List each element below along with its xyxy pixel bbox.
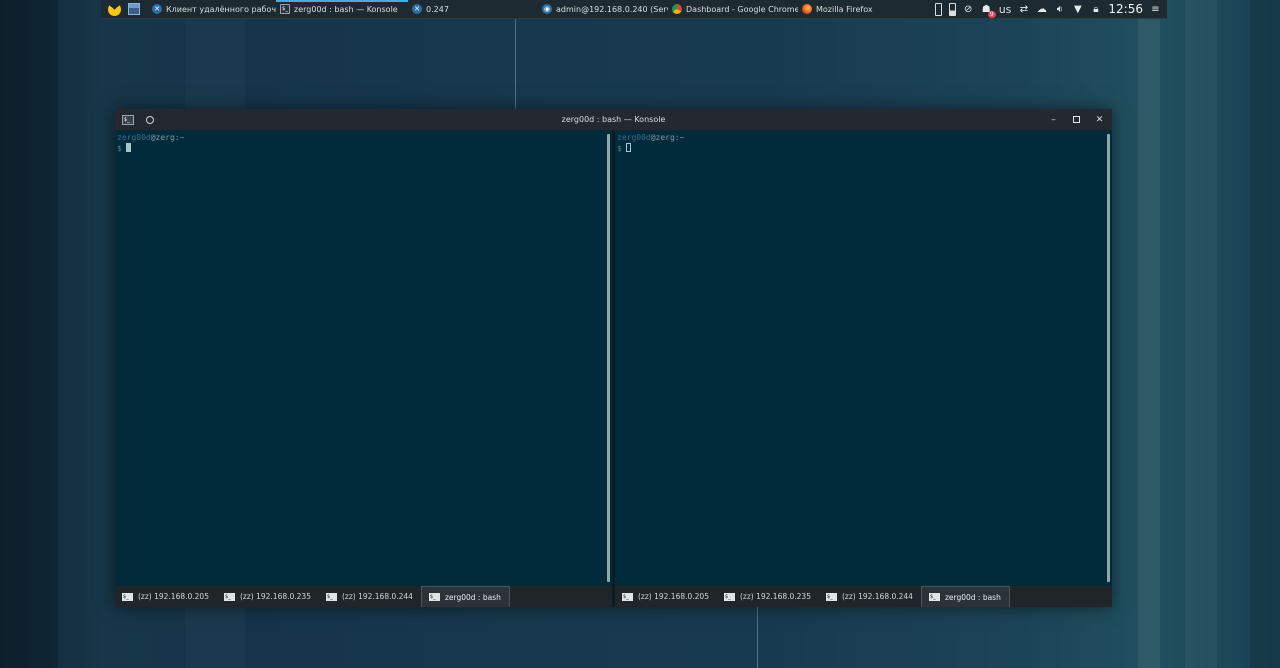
tab-192-168-0-235[interactable]: $_ (zz) 192.168.0.235 (217, 586, 319, 607)
maximize-button[interactable] (1072, 115, 1081, 124)
terminal-icon: $_ (928, 593, 940, 601)
tab-label: (zz) 192.168.0.205 (138, 592, 209, 601)
keyboard-layout[interactable]: us (999, 3, 1012, 16)
lock-icon[interactable]: 🔒︎ (1090, 4, 1101, 15)
prompt-host: @zerg:~ (650, 133, 685, 142)
terminal-pane-right[interactable]: zerg00d@zerg:~ $ (612, 130, 1112, 586)
minimize-button[interactable]: – (1049, 115, 1058, 125)
clock[interactable]: 12:56 (1108, 2, 1143, 16)
terminal-icon: $_ (280, 4, 290, 14)
konsole-app-icon[interactable]: $_ (122, 114, 134, 125)
panel-menu-icon[interactable]: ≡ (1150, 4, 1161, 15)
terminal-icon: $_ (325, 592, 337, 601)
tab-label: (zz) 192.168.0.244 (841, 592, 913, 601)
application-launcher[interactable] (106, 1, 122, 17)
input-line: $ (617, 143, 1110, 154)
terminal-icon: $_ (122, 592, 133, 601)
terminal-pane-left[interactable]: zerg00d@zerg:~ $ (115, 130, 612, 586)
task-label: Dashboard - Google Chrome (686, 4, 798, 14)
task-remote-desktop-client[interactable]: ✕ Клиент удалённого рабочего с... (148, 0, 276, 19)
task-remote-0-247[interactable]: ✕ 0.247 (408, 0, 538, 19)
network-off-icon[interactable]: ⊘ (963, 4, 974, 15)
weather-cloud-icon[interactable]: ☁ (1036, 4, 1047, 15)
prompt-host: @zerg:~ (150, 133, 185, 142)
tab-label: (zz) 192.168.0.244 (341, 592, 413, 601)
tab-192-168-0-244[interactable]: $_ (zz) 192.168.0.244 (319, 586, 421, 607)
chrome-icon (672, 4, 682, 14)
tab-label: (zz) 192.168.0.235 (739, 592, 811, 601)
tab-label: (zz) 192.168.0.205 (638, 592, 709, 601)
remote-desktop-icon: ◉ (542, 4, 552, 14)
prompt-line: zerg00d@zerg:~ (117, 132, 610, 143)
tab-192-168-0-205[interactable]: $_ (zz) 192.168.0.205 (615, 586, 717, 607)
scrollbar[interactable] (607, 134, 610, 582)
terminal-cursor (125, 143, 131, 152)
konsole-window: $_ zerg00d : bash — Konsole – ✕ zerg00d@… (115, 109, 1112, 607)
tab-label: (zz) 192.168.0.235 (239, 592, 311, 601)
top-panel: ✕ Клиент удалённого рабочего с... $_ zer… (101, 0, 1167, 19)
tab-192-168-0-205[interactable]: $_ (zz) 192.168.0.205 (115, 586, 217, 607)
terminal-icon: $_ (723, 592, 735, 601)
window-titlebar[interactable]: $_ zerg00d : bash — Konsole – ✕ (115, 109, 1112, 130)
window-title: zerg00d : bash — Konsole (561, 115, 666, 124)
terminal-icon: $_ (825, 592, 837, 601)
notifications-icon[interactable]: ☗ 9 (981, 4, 996, 18)
scrollbar[interactable] (1107, 134, 1110, 582)
volume-icon[interactable]: 🔉︎ (1054, 4, 1065, 15)
tab-192-168-0-244[interactable]: $_ (zz) 192.168.0.244 (819, 586, 921, 607)
battery-icon[interactable] (948, 2, 956, 16)
tab-192-168-0-235[interactable]: $_ (zz) 192.168.0.235 (717, 586, 819, 607)
remote-desktop-icon: ✕ (152, 4, 162, 14)
desktop-divider-top (515, 19, 516, 109)
notification-count: 9 (987, 10, 996, 18)
task-label: zerg00d : bash — Konsole (294, 4, 398, 14)
prompt-line: zerg00d@zerg:~ (617, 132, 1110, 143)
close-button[interactable]: ✕ (1095, 115, 1104, 125)
task-remote-admin[interactable]: ◉ admin@192.168.0.240 (Servern... (538, 0, 668, 19)
task-firefox[interactable]: Mozilla Firefox (798, 0, 928, 19)
task-label: 0.247 (426, 4, 449, 14)
terminal-icon: $_ (622, 592, 633, 601)
keep-on-all-desktops-icon[interactable] (146, 115, 154, 124)
prompt-symbol: $ (617, 144, 622, 153)
tab-label: zerg00d : bash (444, 592, 501, 602)
device-battery-icon[interactable] (934, 2, 942, 16)
tray-expand-arrow-icon[interactable]: ▼ (1072, 4, 1083, 15)
terminal-cursor (625, 143, 631, 152)
pacman-launcher-icon (107, 2, 121, 16)
task-label: Mozilla Firefox (816, 4, 873, 14)
desktop-divider-bottom (757, 607, 758, 668)
tab-zerg00d-bash[interactable]: $_ zerg00d : bash (920, 586, 1010, 607)
tab-label: zerg00d : bash (944, 592, 1001, 602)
task-label: admin@192.168.0.240 (Servern... (556, 4, 668, 14)
remote-desktop-icon: ✕ (412, 4, 422, 14)
prompt-user: zerg00d (617, 133, 651, 142)
task-konsole[interactable]: $_ zerg00d : bash — Konsole (276, 0, 408, 19)
terminal-icon: $_ (428, 593, 440, 601)
terminal-icon: $_ (223, 592, 235, 601)
tab-bar-right: $_ (zz) 192.168.0.205 $_ (zz) 192.168.0.23… (612, 586, 1112, 607)
task-google-chrome[interactable]: Dashboard - Google Chrome (668, 0, 798, 19)
task-label: Клиент удалённого рабочего с... (166, 4, 276, 14)
input-line: $ (117, 143, 610, 154)
kde-connect-icon[interactable]: ⇄ (1018, 4, 1029, 15)
maximize-icon (1073, 116, 1080, 123)
prompt-user: zerg00d (117, 133, 151, 142)
show-desktop-icon[interactable] (128, 3, 140, 15)
tab-zerg00d-bash[interactable]: $_ zerg00d : bash (420, 586, 510, 607)
firefox-icon (802, 4, 812, 14)
tab-bar-left: $_ (zz) 192.168.0.205 $_ (zz) 192.168.0.23… (115, 586, 612, 607)
system-tray: ⊘ ☗ 9 us ⇄ ☁ 🔉︎ ▼ 🔒︎ 12:56 ≡ (934, 2, 1167, 18)
prompt-symbol: $ (117, 144, 122, 153)
